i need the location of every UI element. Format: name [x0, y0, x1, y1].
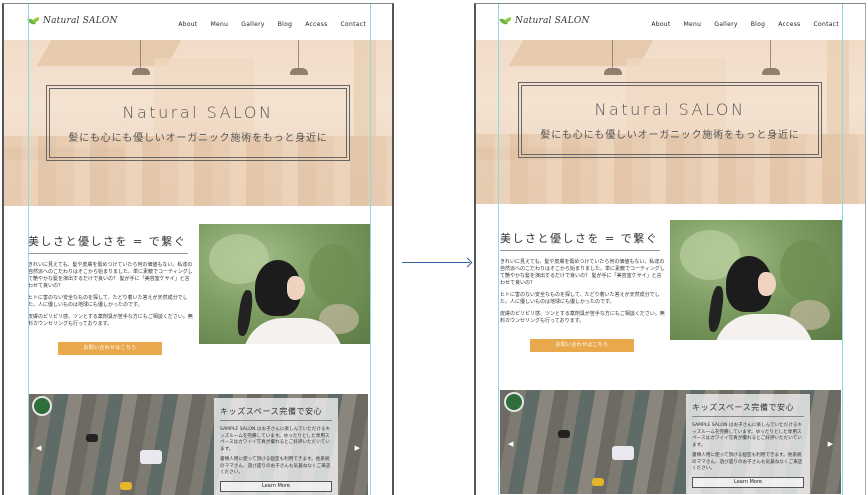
hero-banner: Natural SALON 髪にも心にも優しいオーガニック施術をもっと身近に — [476, 40, 865, 204]
nav-blog[interactable]: Blog — [278, 21, 292, 28]
layout-guide-right — [370, 4, 371, 495]
hero-title: Natural SALON — [122, 102, 274, 122]
hero-title-box: Natural SALON 髪にも心にも優しいオーガニック施術をもっと身近に — [518, 82, 822, 158]
pendant-lamp — [290, 40, 308, 75]
transition-arrow-icon — [402, 262, 470, 263]
kids-text: SAMPLE SALON はお子さんに楽しんでいただけるキッズルームを完備してい… — [692, 423, 803, 471]
leaf-icon — [28, 17, 40, 26]
nav-access[interactable]: Access — [305, 21, 327, 28]
kids-heading: キッズスペース完備で安心 — [220, 406, 332, 421]
toy-ball — [32, 396, 52, 416]
site-logo[interactable]: Natural SALON — [28, 16, 118, 26]
layout-guide-right — [842, 4, 843, 495]
kids-space-section: ◀ ▶ キッズスペース完備で安心 SAMPLE SALON はお子さんに楽しんで… — [28, 394, 368, 495]
intro-heading: 美しさと優しさを = で繋ぐ — [28, 233, 188, 254]
hero-title: Natural SALON — [594, 99, 746, 119]
carousel-prev-icon[interactable]: ◀ — [508, 440, 513, 448]
nav-about[interactable]: About — [651, 21, 670, 28]
intro-text: きれいに見えても、髪や皮膚を傷めつけていたら何の価値もない。私達の自然派へのこだ… — [500, 259, 665, 324]
main-nav: About Menu Gallery Blog Access Contact — [651, 21, 839, 28]
nav-blog[interactable]: Blog — [751, 21, 765, 28]
woman-photo — [199, 224, 371, 344]
nav-contact[interactable]: Contact — [814, 21, 839, 28]
kids-space-section: ◀ ▶ キッズスペース完備で安心 SAMPLE SALON はお子さんに楽しんで… — [500, 390, 841, 494]
pendant-lamp — [762, 40, 780, 75]
woman-photo — [670, 220, 842, 340]
nav-menu[interactable]: Menu — [684, 21, 702, 28]
nav-about[interactable]: About — [178, 21, 197, 28]
contact-button[interactable]: お問い合わせはこちら — [530, 339, 634, 352]
toy-ball — [504, 392, 524, 412]
hero-banner: Natural SALON 髪にも心にも優しいオーガニック施術をもっと身近に — [4, 40, 392, 206]
pendant-lamp — [604, 40, 622, 75]
intro-heading: 美しさと優しさを = で繋ぐ — [500, 230, 660, 251]
design-frame-after: Natural SALON About Menu Gallery Blog Ac… — [474, 3, 866, 495]
carousel-prev-icon[interactable]: ◀ — [36, 444, 41, 452]
main-nav: About Menu Gallery Blog Access Contact — [178, 21, 366, 28]
layout-guide-left — [28, 4, 29, 495]
pendant-lamp — [132, 40, 150, 75]
site-header: Natural SALON About Menu Gallery Blog Ac… — [4, 4, 392, 40]
nav-gallery[interactable]: Gallery — [714, 21, 737, 28]
carousel-next-icon[interactable]: ▶ — [828, 440, 833, 448]
learn-more-button[interactable]: Learn More — [692, 477, 804, 488]
carousel-next-icon[interactable]: ▶ — [355, 444, 360, 452]
hero-subtitle: 髪にも心にも優しいオーガニック施術をもっと身近に — [540, 129, 800, 141]
kids-heading: キッズスペース完備で安心 — [692, 402, 804, 417]
nav-access[interactable]: Access — [778, 21, 800, 28]
design-frame-before: Natural SALON About Menu Gallery Blog Ac… — [2, 3, 394, 495]
kids-panel: キッズスペース完備で安心 SAMPLE SALON はお子さんに楽しんでいただけ… — [686, 394, 810, 494]
site-header: Natural SALON About Menu Gallery Blog Ac… — [476, 4, 865, 40]
leaf-icon — [500, 17, 512, 26]
intro-text: きれいに見えても、髪や皮膚を傷めつけていたら何の価値もない。私達の自然派へのこだ… — [28, 262, 193, 327]
layout-guide-left — [498, 4, 499, 495]
hero-title-box: Natural SALON 髪にも心にも優しいオーガニック施術をもっと身近に — [46, 85, 350, 161]
learn-more-button[interactable]: Learn More — [220, 481, 332, 492]
hero-subtitle: 髪にも心にも優しいオーガニック施術をもっと身近に — [68, 132, 328, 144]
site-logo[interactable]: Natural SALON — [500, 16, 590, 26]
kids-panel: キッズスペース完備で安心 SAMPLE SALON はお子さんに楽しんでいただけ… — [214, 398, 338, 495]
nav-gallery[interactable]: Gallery — [241, 21, 264, 28]
nav-menu[interactable]: Menu — [211, 21, 229, 28]
kids-text: SAMPLE SALON はお子さんに楽しんでいただけるキッズルームを完備してい… — [220, 427, 331, 475]
contact-button[interactable]: お問い合わせはこちら — [58, 342, 162, 355]
nav-contact[interactable]: Contact — [341, 21, 366, 28]
